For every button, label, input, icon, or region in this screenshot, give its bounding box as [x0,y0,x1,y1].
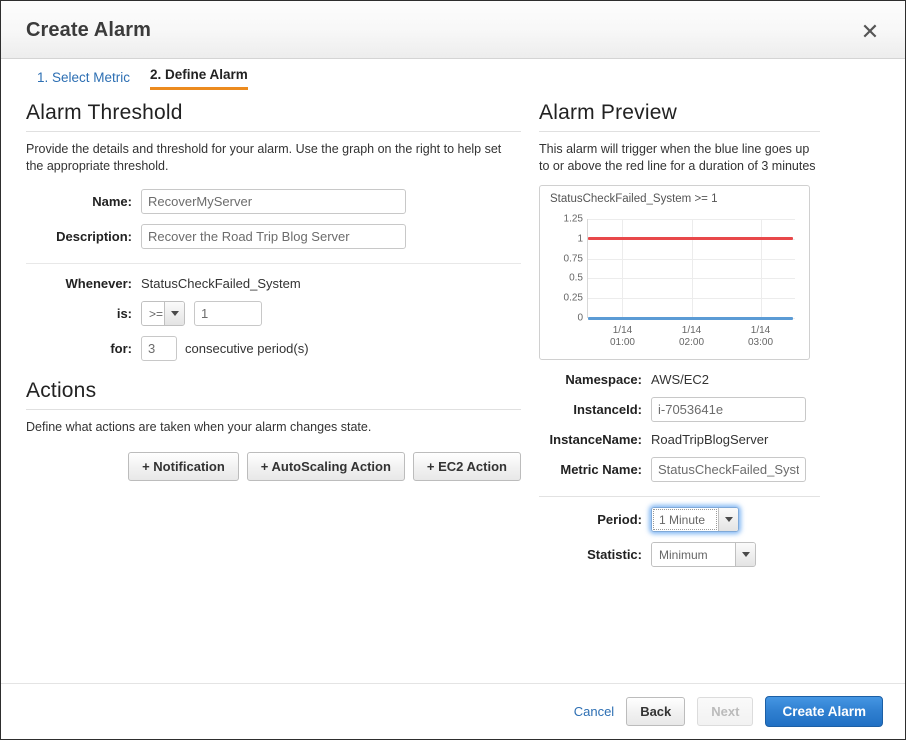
statistic-value: Minimum [652,543,735,566]
chevron-down-icon [164,302,184,325]
chart-x-tick-label: 1/1403:00 [748,325,773,349]
alarm-threshold-heading: Alarm Threshold [26,101,521,125]
chart-x-tick-label: 1/1402:00 [679,325,704,349]
alarm-preview-chart: StatusCheckFailed_System >= 1 1.2510.750… [539,185,810,360]
is-label: is: [26,306,141,321]
period-row: Period: 1 Minute [539,507,820,532]
chart-y-tick-label: 0.75 [564,253,583,264]
period-label: Period: [539,512,651,527]
alarm-preview-heading: Alarm Preview [539,101,820,125]
alarm-preview-description: This alarm will trigger when the blue li… [539,141,820,175]
chart-y-tick-label: 0 [577,313,583,324]
is-row: is: >= [26,301,521,326]
instance-id-row: InstanceId: [539,397,820,422]
evaluation-periods-input[interactable] [141,336,177,361]
description-label: Description: [26,229,141,244]
chevron-down-icon [735,543,755,566]
metric-name-label: Metric Name: [539,462,651,477]
chart-gridline [692,219,693,318]
back-button[interactable]: Back [626,697,685,726]
comparison-operator-select[interactable]: >= [141,301,185,326]
alarm-preview-panel: Alarm Preview This alarm will trigger wh… [539,101,820,567]
name-label: Name: [26,194,141,209]
chart-y-tick-label: 0.5 [569,273,583,284]
heading-divider [26,131,521,132]
name-row: Name: [26,189,521,214]
description-row: Description: [26,224,521,249]
preview-bottom-divider [539,496,820,497]
chart-y-tick-label: 0.25 [564,293,583,304]
create-alarm-dialog: Create Alarm ✕ 1. Select Metric 2. Defin… [0,0,906,740]
tab-define-alarm[interactable]: 2. Define Alarm [150,67,248,90]
metric-name-row: Metric Name: [539,457,820,482]
alarm-threshold-description: Provide the details and threshold for yo… [26,141,521,175]
tab-select-metric[interactable]: 1. Select Metric [37,70,130,90]
chart-x-tick-label: 1/1401:00 [610,325,635,349]
chart-series-line [588,237,793,240]
whenever-value: StatusCheckFailed_System [141,276,301,291]
description-input[interactable] [141,224,406,249]
whenever-label: Whenever: [26,276,141,291]
add-ec2-action-button[interactable]: + EC2 Action [413,452,521,481]
chart-title: StatusCheckFailed_System >= 1 [540,186,809,205]
chart-y-tick-label: 1 [577,233,583,244]
chart-plot-area: 1.2510.750.50.2501/1401:001/1402:001/140… [587,219,795,318]
wizard-tabs: 1. Select Metric 2. Define Alarm [37,67,248,90]
dialog-title: Create Alarm [26,19,151,42]
comparison-operator-value: >= [142,302,164,325]
statistic-row: Statistic: Minimum [539,542,820,567]
actions-heading: Actions [26,379,521,403]
add-notification-button[interactable]: + Notification [128,452,239,481]
instance-id-label: InstanceId: [539,402,651,417]
instance-name-row: InstanceName: RoadTripBlogServer [539,432,820,447]
dialog-titlebar: Create Alarm ✕ [1,1,905,59]
threshold-divider [26,263,521,264]
threshold-value-input[interactable] [194,301,262,326]
statistic-select[interactable]: Minimum [651,542,756,567]
preview-divider [539,131,820,132]
actions-divider [26,409,521,410]
statistic-label: Statistic: [539,547,651,562]
close-icon[interactable]: ✕ [857,19,883,45]
action-buttons: + Notification + AutoScaling Action + EC… [26,452,521,481]
namespace-value: AWS/EC2 [651,372,709,387]
namespace-row: Namespace: AWS/EC2 [539,372,820,387]
namespace-label: Namespace: [539,372,651,387]
chevron-down-icon [718,508,738,531]
actions-description: Define what actions are taken when your … [26,419,521,436]
instance-name-value: RoadTripBlogServer [651,432,768,447]
chart-y-tick-label: 1.25 [564,214,583,225]
next-button: Next [697,697,753,726]
add-autoscaling-action-button[interactable]: + AutoScaling Action [247,452,405,481]
period-select[interactable]: 1 Minute [651,507,739,532]
chart-gridline [622,219,623,318]
alarm-threshold-panel: Alarm Threshold Provide the details and … [26,101,521,481]
dialog-footer: Cancel Back Next Create Alarm [1,683,905,739]
consecutive-periods-label: consecutive period(s) [185,341,309,356]
whenever-row: Whenever: StatusCheckFailed_System [26,276,521,291]
metric-name-input[interactable] [651,457,806,482]
chart-series-line [588,317,793,320]
instance-id-input[interactable] [651,397,806,422]
instance-name-label: InstanceName: [539,432,651,447]
name-input[interactable] [141,189,406,214]
create-alarm-button[interactable]: Create Alarm [765,696,883,728]
for-label: for: [26,341,141,356]
chart-gridline [761,219,762,318]
for-row: for: consecutive period(s) [26,336,521,361]
cancel-link[interactable]: Cancel [574,704,614,719]
period-value: 1 Minute [652,508,718,531]
